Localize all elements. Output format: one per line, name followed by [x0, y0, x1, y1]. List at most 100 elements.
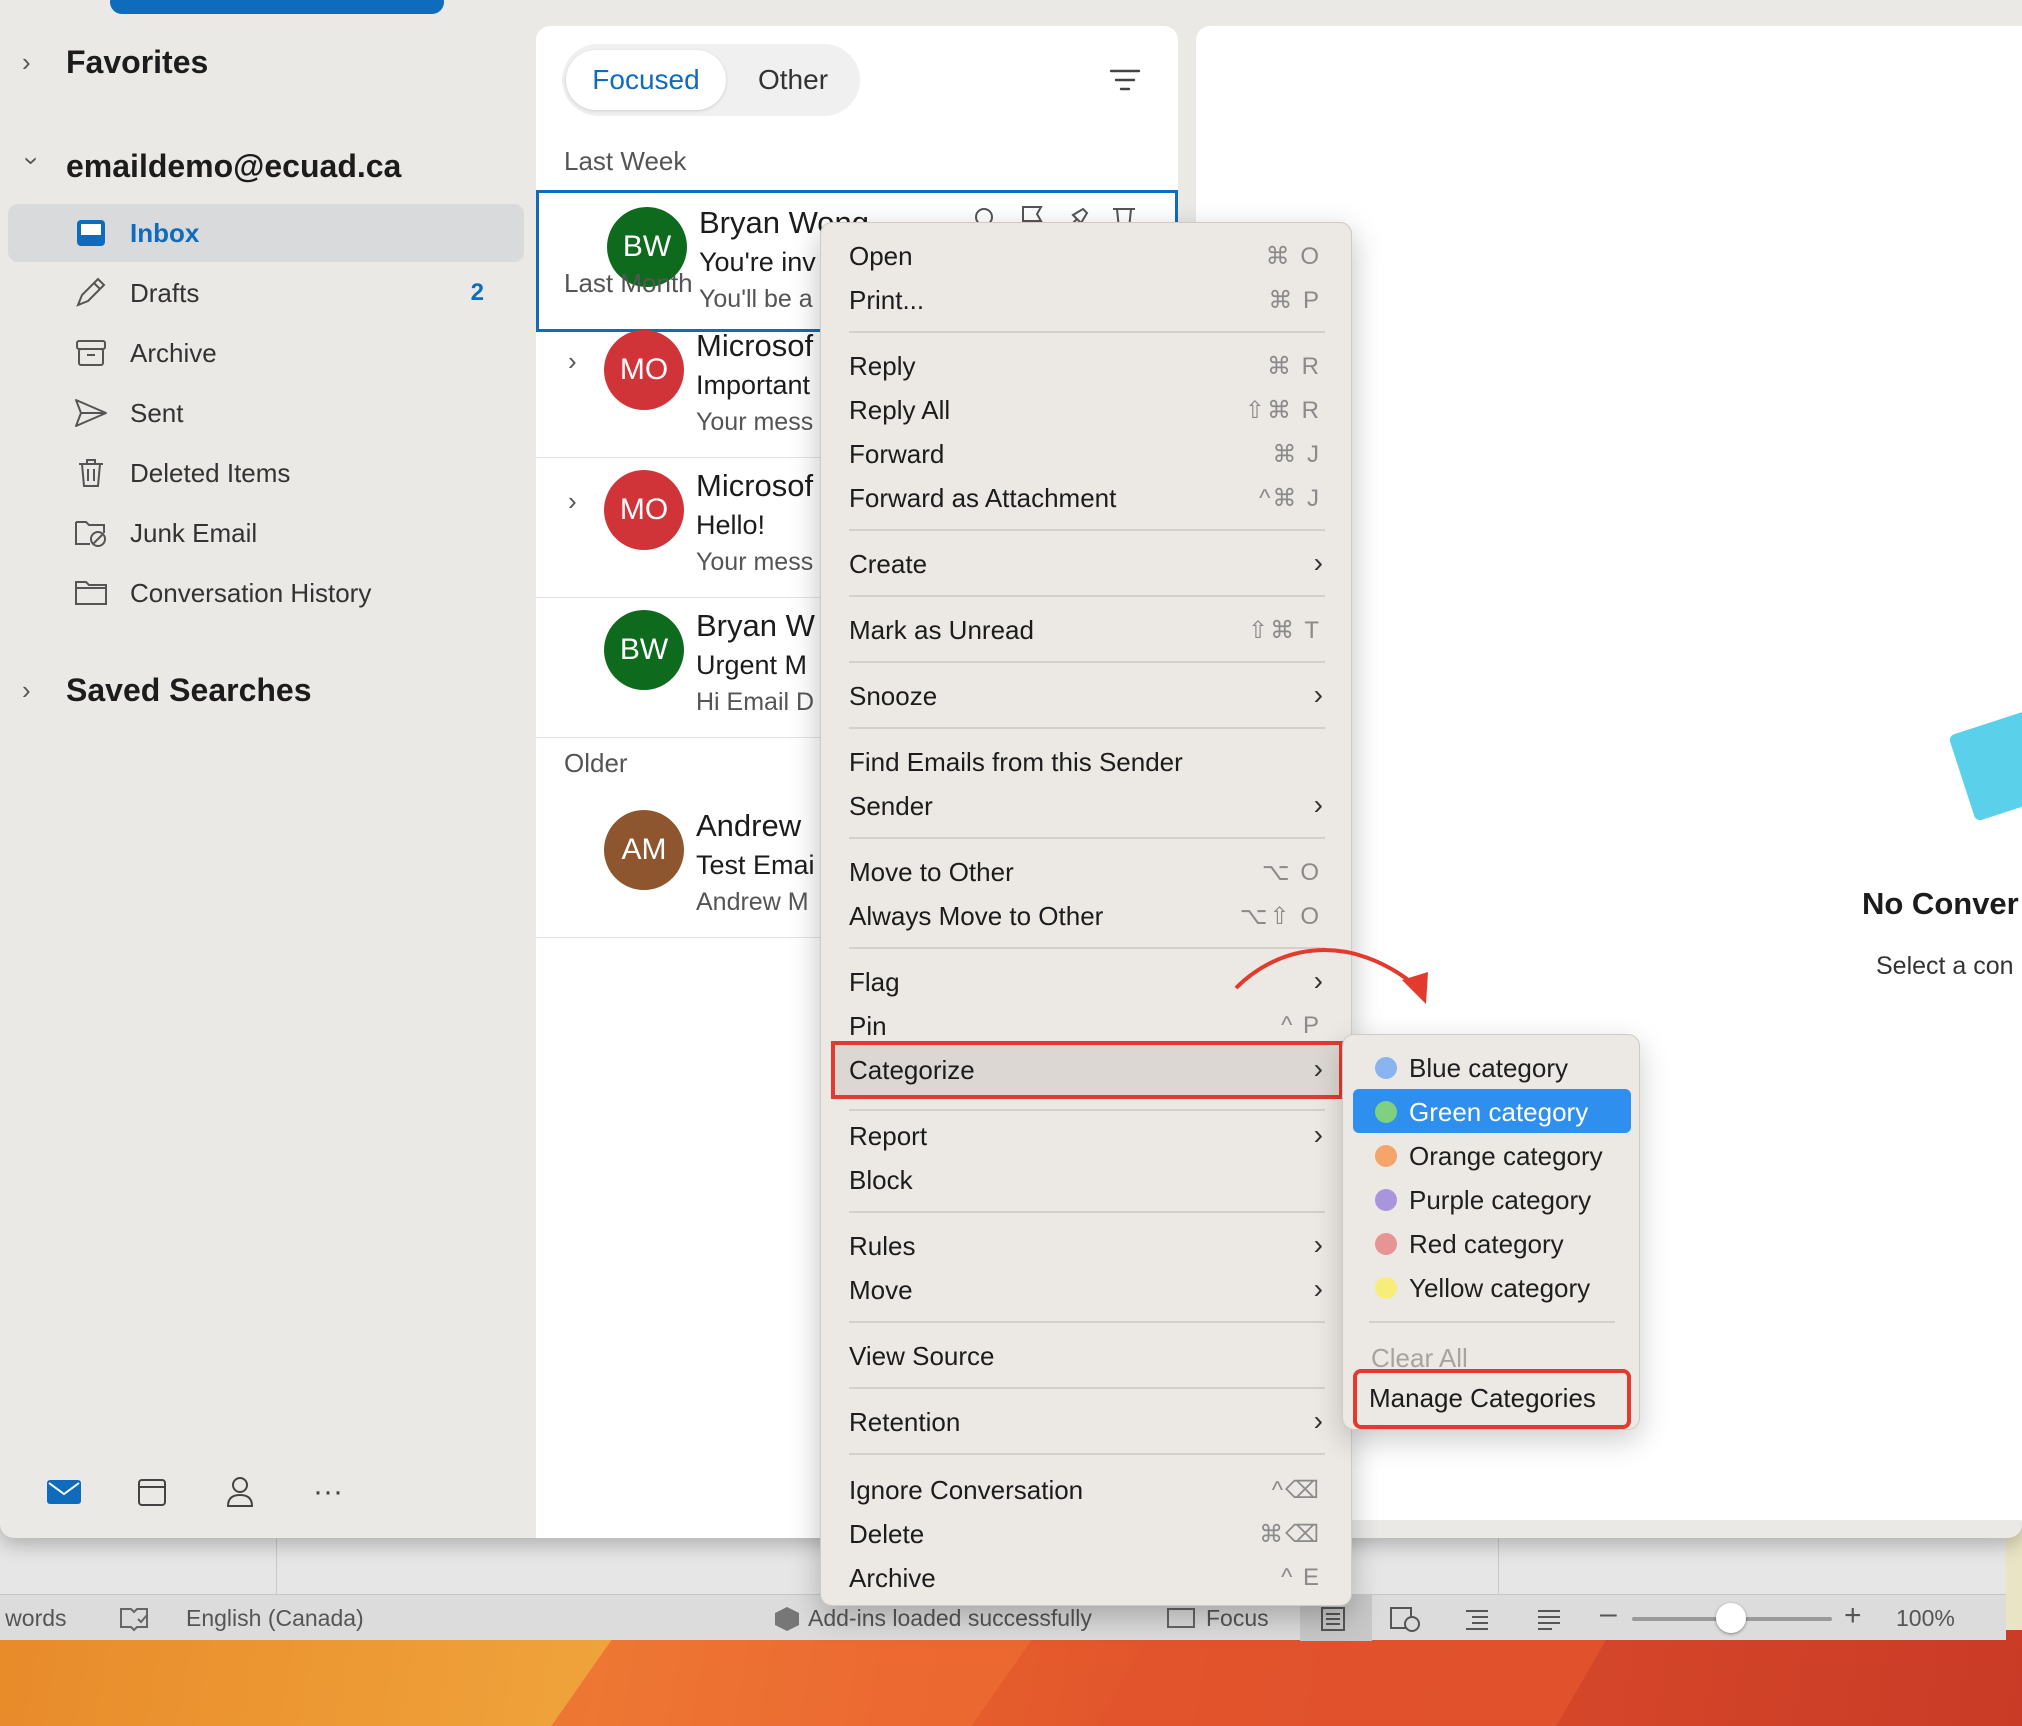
message-preview: Your mess: [696, 408, 814, 436]
menu-item-label: Always Move to Other: [849, 901, 1104, 931]
outline-view-icon[interactable]: [1462, 1605, 1492, 1633]
people-icon[interactable]: [218, 1470, 262, 1514]
sidebar-item-label: Inbox: [130, 217, 200, 248]
menu-item-label: Report: [849, 1121, 928, 1151]
menu-item-archive[interactable]: Archive ^ E: [821, 1555, 1353, 1599]
avatar: MO: [604, 470, 684, 550]
chevron-right-icon: ›: [1313, 1405, 1323, 1436]
sidebar-item-archive[interactable]: Archive: [8, 324, 524, 382]
category-item-green[interactable]: Green category: [1353, 1089, 1631, 1133]
manage-categories-item[interactable]: Manage Categories: [1353, 1369, 1631, 1429]
menu-item-reply-all[interactable]: Reply All ⇧⌘ R: [821, 387, 1353, 431]
focus-icon[interactable]: [1166, 1605, 1196, 1631]
message-sender: Andrew: [696, 808, 802, 843]
menu-item-mark-as-unread[interactable]: Mark as Unread ⇧⌘ T: [821, 607, 1353, 651]
menu-item-report[interactable]: Report ›: [821, 1113, 1353, 1157]
category-item-orange[interactable]: Orange category: [1353, 1133, 1631, 1177]
envelope-illustration: [1948, 708, 2022, 822]
message-preview: You'll be a: [699, 285, 813, 313]
menu-item-find-emails-from-sender[interactable]: Find Emails from this Sender: [821, 739, 1353, 783]
menu-item-create[interactable]: Create ›: [821, 541, 1353, 585]
zoom-slider-thumb[interactable]: [1716, 1603, 1746, 1633]
category-item-red[interactable]: Red category: [1353, 1221, 1631, 1265]
tab-focused[interactable]: Focused: [566, 50, 726, 110]
sidebar-item-drafts[interactable]: Drafts 2: [8, 264, 524, 322]
web-layout-icon[interactable]: [1388, 1605, 1422, 1633]
sidebar-item-label: Junk Email: [130, 517, 258, 548]
menu-item-categorize[interactable]: Categorize ›: [831, 1041, 1343, 1099]
saved-searches-header[interactable]: › Saved Searches: [22, 672, 312, 709]
menu-item-label: Rules: [849, 1231, 916, 1261]
tab-other[interactable]: Other: [732, 50, 854, 110]
sidebar-item-deleted-items[interactable]: Deleted Items: [8, 444, 524, 502]
zoom-in-button[interactable]: +: [1844, 1599, 1862, 1633]
shortcut-label: ⌘ J: [1272, 441, 1321, 468]
zoom-out-button[interactable]: –: [1600, 1597, 1617, 1631]
category-item-purple[interactable]: Purple category: [1353, 1177, 1631, 1221]
chevron-right-icon: ›: [1313, 1053, 1323, 1084]
menu-item-delete[interactable]: Delete ⌘⌫: [821, 1511, 1353, 1555]
menu-item-retention[interactable]: Retention ›: [821, 1399, 1353, 1443]
chevron-right-icon[interactable]: ›: [568, 486, 577, 517]
zoom-level[interactable]: 100%: [1896, 1605, 1955, 1632]
menu-item-label: Archive: [849, 1563, 936, 1593]
shortcut-label: ⌥⇧ O: [1239, 903, 1321, 930]
context-menu: Open ⌘ O Print... ⌘ P Reply ⌘ R Reply All ⇧⌘…: [820, 222, 1352, 1606]
menu-item-ignore-conversation[interactable]: Ignore Conversation ^⌫: [821, 1467, 1353, 1511]
avatar: AM: [604, 810, 684, 890]
filter-icon[interactable]: [1108, 66, 1142, 100]
menu-separator: [849, 837, 1325, 839]
shortcut-label: ^ E: [1281, 1564, 1321, 1591]
message-subject: You're inv: [699, 247, 816, 277]
sidebar-item-inbox[interactable]: Inbox: [8, 204, 524, 262]
menu-separator: [849, 595, 1325, 597]
category-label: Purple category: [1409, 1185, 1592, 1215]
focus-button[interactable]: Focus: [1206, 1605, 1269, 1632]
sidebar-item-sent[interactable]: Sent: [8, 384, 524, 442]
menu-item-print[interactable]: Print... ⌘ P: [821, 277, 1353, 321]
menu-item-reply[interactable]: Reply ⌘ R: [821, 343, 1353, 387]
color-dot-icon: [1375, 1233, 1397, 1255]
menu-item-snooze[interactable]: Snooze ›: [821, 673, 1353, 717]
chevron-right-icon[interactable]: ›: [568, 346, 577, 377]
menu-item-sender[interactable]: Sender ›: [821, 783, 1353, 827]
menu-item-label: Print...: [849, 285, 925, 315]
menu-item-move-to-other[interactable]: Move to Other ⌥ O: [821, 849, 1353, 893]
draft-view-icon[interactable]: [1534, 1605, 1564, 1633]
sidebar-item-label: Drafts: [130, 277, 200, 308]
menu-item-block[interactable]: Block: [821, 1157, 1353, 1201]
menu-item-view-source[interactable]: View Source: [821, 1333, 1353, 1377]
menu-separator: [849, 1387, 1325, 1389]
group-header: Last Month: [564, 268, 693, 298]
category-item-yellow[interactable]: Yellow category: [1353, 1265, 1631, 1309]
shortcut-label: ^ P: [1281, 1012, 1321, 1039]
menu-item-label: Delete: [849, 1519, 925, 1549]
archive-icon: [74, 336, 108, 370]
menu-item-forward[interactable]: Forward ⌘ J: [821, 431, 1353, 475]
sidebar-item-junk-email[interactable]: Junk Email: [8, 504, 524, 562]
menu-item-move[interactable]: Move ›: [821, 1267, 1353, 1311]
message-subject: Important: [696, 370, 811, 400]
more-apps-icon[interactable]: ···: [306, 1470, 350, 1514]
account-header[interactable]: › emaildemo@ecuad.ca: [18, 148, 402, 185]
empty-state-subtitle: Select a con: [1876, 952, 2014, 980]
favorites-header[interactable]: › Favorites: [22, 44, 208, 81]
sidebar-item-conversation-history[interactable]: Conversation History: [8, 564, 524, 622]
mail-icon[interactable]: [42, 1470, 86, 1514]
word-count[interactable]: 4 words: [0, 1605, 67, 1632]
menu-item-forward-as-attachment[interactable]: Forward as Attachment ^⌘ J: [821, 475, 1353, 519]
menu-item-rules[interactable]: Rules ›: [821, 1223, 1353, 1267]
inbox-icon: [74, 216, 108, 250]
menu-item-open[interactable]: Open ⌘ O: [821, 233, 1353, 277]
language-label[interactable]: English (Canada): [186, 1605, 364, 1632]
sidebar-item-label: Sent: [130, 397, 184, 428]
menu-separator: [1369, 1321, 1615, 1323]
proofing-icon[interactable]: [118, 1605, 150, 1633]
category-item-blue[interactable]: Blue category: [1353, 1045, 1631, 1089]
addins-status: Add-ins loaded successfully: [808, 1605, 1092, 1631]
category-label: Yellow category: [1409, 1273, 1591, 1303]
menu-item-label: Find Emails from this Sender: [849, 747, 1183, 777]
account-label: emaildemo@ecuad.ca: [66, 148, 402, 184]
calendar-icon[interactable]: [130, 1470, 174, 1514]
shortcut-label: ⌘ P: [1268, 287, 1321, 314]
